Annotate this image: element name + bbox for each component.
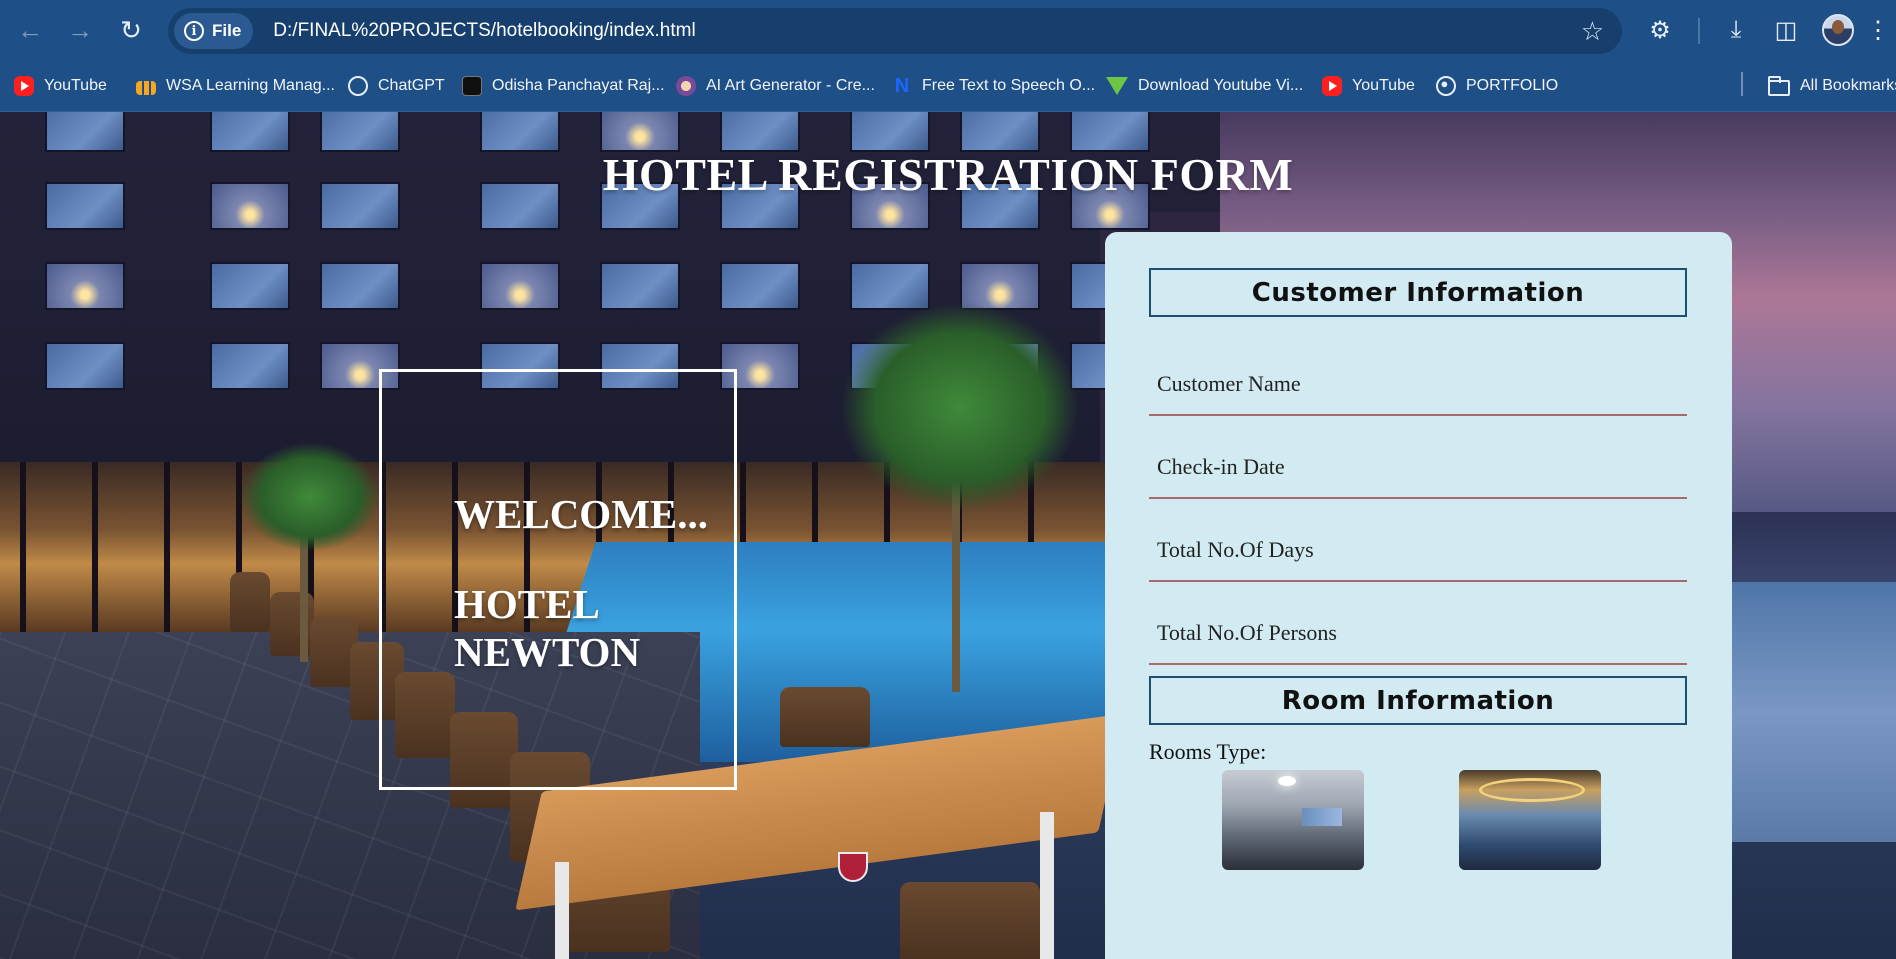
room-info-heading: Room Information bbox=[1149, 676, 1687, 725]
table-leg bbox=[1040, 812, 1054, 959]
browser-toolbar: ← → ↻ i File D:/FINAL%20PROJECTS/hotelbo… bbox=[0, 0, 1896, 60]
youtube-icon bbox=[14, 76, 34, 96]
bookmark-label: WSA Learning Manag... bbox=[166, 77, 335, 94]
building-window bbox=[45, 342, 125, 390]
bookmark-label: AI Art Generator - Cre... bbox=[706, 77, 875, 94]
lobby-column bbox=[92, 462, 98, 632]
welcome-heading: WELCOME... bbox=[454, 491, 708, 537]
lobby-column bbox=[20, 462, 26, 632]
building-window bbox=[320, 262, 400, 310]
building-window bbox=[960, 112, 1040, 152]
ai-art-icon bbox=[676, 76, 696, 96]
total-persons-field bbox=[1149, 593, 1687, 665]
building-window bbox=[720, 262, 800, 310]
building-window bbox=[480, 112, 560, 152]
building-window bbox=[320, 112, 400, 152]
page-viewport: HOTEL REGISTRATION FORM WELCOME... HOTEL… bbox=[0, 112, 1896, 959]
odisha-icon bbox=[462, 76, 482, 96]
palm-tree bbox=[840, 302, 1080, 512]
welcome-box: WELCOME... HOTEL NEWTON bbox=[379, 369, 737, 790]
wsa-icon bbox=[136, 81, 156, 95]
building-window bbox=[850, 112, 930, 152]
chatgpt-icon bbox=[348, 76, 368, 96]
toolbar-divider bbox=[1698, 18, 1700, 44]
bookmark-tts[interactable]: N Free Text to Speech O... bbox=[892, 70, 1095, 102]
rattan-chair bbox=[780, 687, 870, 747]
bookmark-label: ChatGPT bbox=[378, 77, 445, 94]
rattan-chair bbox=[230, 572, 270, 632]
back-arrow-icon[interactable]: ← bbox=[10, 10, 50, 50]
tts-icon: N bbox=[894, 75, 910, 97]
building-window bbox=[210, 112, 290, 152]
site-info-chip[interactable]: i File bbox=[174, 13, 254, 49]
total-persons-input[interactable] bbox=[1149, 603, 1687, 663]
side-panel-icon[interactable]: ◫ bbox=[1768, 12, 1804, 48]
room-type-image-2[interactable] bbox=[1459, 770, 1601, 870]
download-icon[interactable]: ⤓ bbox=[1718, 12, 1754, 48]
total-days-field bbox=[1149, 510, 1687, 582]
menu-kebab-icon[interactable]: ⋮ bbox=[1866, 12, 1890, 48]
building-window bbox=[210, 342, 290, 390]
bookmark-odisha[interactable]: Odisha Panchayat Raj... bbox=[462, 70, 665, 102]
building-window bbox=[210, 262, 290, 310]
building-window bbox=[480, 262, 560, 310]
hotel-name-line-2: NEWTON bbox=[454, 629, 641, 675]
bookmark-label: Download Youtube Vi... bbox=[1138, 77, 1304, 94]
table-leg bbox=[555, 862, 569, 959]
rattan-chair bbox=[900, 882, 1040, 959]
bookmark-star-icon[interactable]: ☆ bbox=[1581, 16, 1604, 47]
forward-arrow-icon[interactable]: → bbox=[60, 10, 100, 50]
all-bookmarks-button[interactable]: All Bookmarks bbox=[1768, 70, 1896, 102]
bookmark-label: YouTube bbox=[44, 77, 107, 94]
youtube-icon bbox=[1322, 76, 1342, 96]
bookmark-youtube-2[interactable]: YouTube bbox=[1322, 70, 1415, 102]
bookmark-label: YouTube bbox=[1352, 77, 1415, 94]
welcome-text: WELCOME... HOTEL NEWTON bbox=[454, 490, 708, 676]
bookmark-chatgpt[interactable]: ChatGPT bbox=[348, 70, 445, 102]
page-title: HOTEL REGISTRATION FORM bbox=[602, 149, 1294, 200]
registration-form: Customer Information Room Information Ro… bbox=[1105, 232, 1732, 959]
bookmark-youtube[interactable]: YouTube bbox=[14, 70, 107, 102]
room-type-image-1[interactable] bbox=[1222, 770, 1364, 870]
site-chip-label: File bbox=[212, 21, 242, 40]
bookmark-download-youtube[interactable]: Download Youtube Vi... bbox=[1106, 70, 1303, 102]
palm-tree bbox=[240, 442, 380, 552]
address-bar[interactable]: i File D:/FINAL%20PROJECTS/hotelbooking/… bbox=[168, 8, 1622, 54]
download-arrow-icon bbox=[1106, 77, 1128, 95]
building-window bbox=[45, 112, 125, 152]
profile-avatar[interactable] bbox=[1822, 14, 1854, 46]
wine-glass bbox=[838, 852, 868, 882]
building-window bbox=[600, 112, 680, 152]
bookmark-label: PORTFOLIO bbox=[1466, 77, 1559, 94]
bookmarks-divider bbox=[1741, 72, 1743, 96]
url-text[interactable]: D:/FINAL%20PROJECTS/hotelbooking/index.h… bbox=[273, 20, 695, 42]
bookmark-label: Free Text to Speech O... bbox=[922, 77, 1096, 94]
building-window bbox=[720, 112, 800, 152]
folder-icon bbox=[1768, 76, 1790, 96]
all-bookmarks-label: All Bookmarks bbox=[1800, 77, 1896, 94]
bookmark-wsa[interactable]: WSA Learning Manag... bbox=[136, 70, 335, 102]
check-in-date-field bbox=[1149, 427, 1687, 499]
hotel-name-line-1: HOTEL bbox=[454, 581, 600, 627]
building-window bbox=[600, 262, 680, 310]
customer-info-heading: Customer Information bbox=[1149, 268, 1687, 317]
info-icon: i bbox=[184, 21, 204, 41]
lobby-column bbox=[164, 462, 170, 632]
reload-icon[interactable]: ↻ bbox=[111, 10, 151, 50]
extensions-puzzle-icon[interactable]: ⚙ bbox=[1642, 12, 1678, 48]
customer-name-input[interactable] bbox=[1149, 354, 1687, 414]
hotel-name: HOTEL NEWTON bbox=[454, 580, 708, 676]
building-window bbox=[45, 262, 125, 310]
bookmark-label: Odisha Panchayat Raj... bbox=[492, 77, 665, 94]
bookmarks-bar: YouTube WSA Learning Manag... ChatGPT Od… bbox=[0, 60, 1896, 112]
bookmark-portfolio[interactable]: PORTFOLIO bbox=[1436, 70, 1558, 102]
total-days-input[interactable] bbox=[1149, 520, 1687, 580]
rooms-type-label: Rooms Type: bbox=[1149, 739, 1267, 764]
customer-name-field bbox=[1149, 344, 1687, 416]
globe-icon bbox=[1436, 76, 1456, 96]
building-window bbox=[1070, 112, 1150, 152]
bookmark-ai-art[interactable]: AI Art Generator - Cre... bbox=[676, 70, 875, 102]
check-in-date-input[interactable] bbox=[1149, 437, 1687, 497]
